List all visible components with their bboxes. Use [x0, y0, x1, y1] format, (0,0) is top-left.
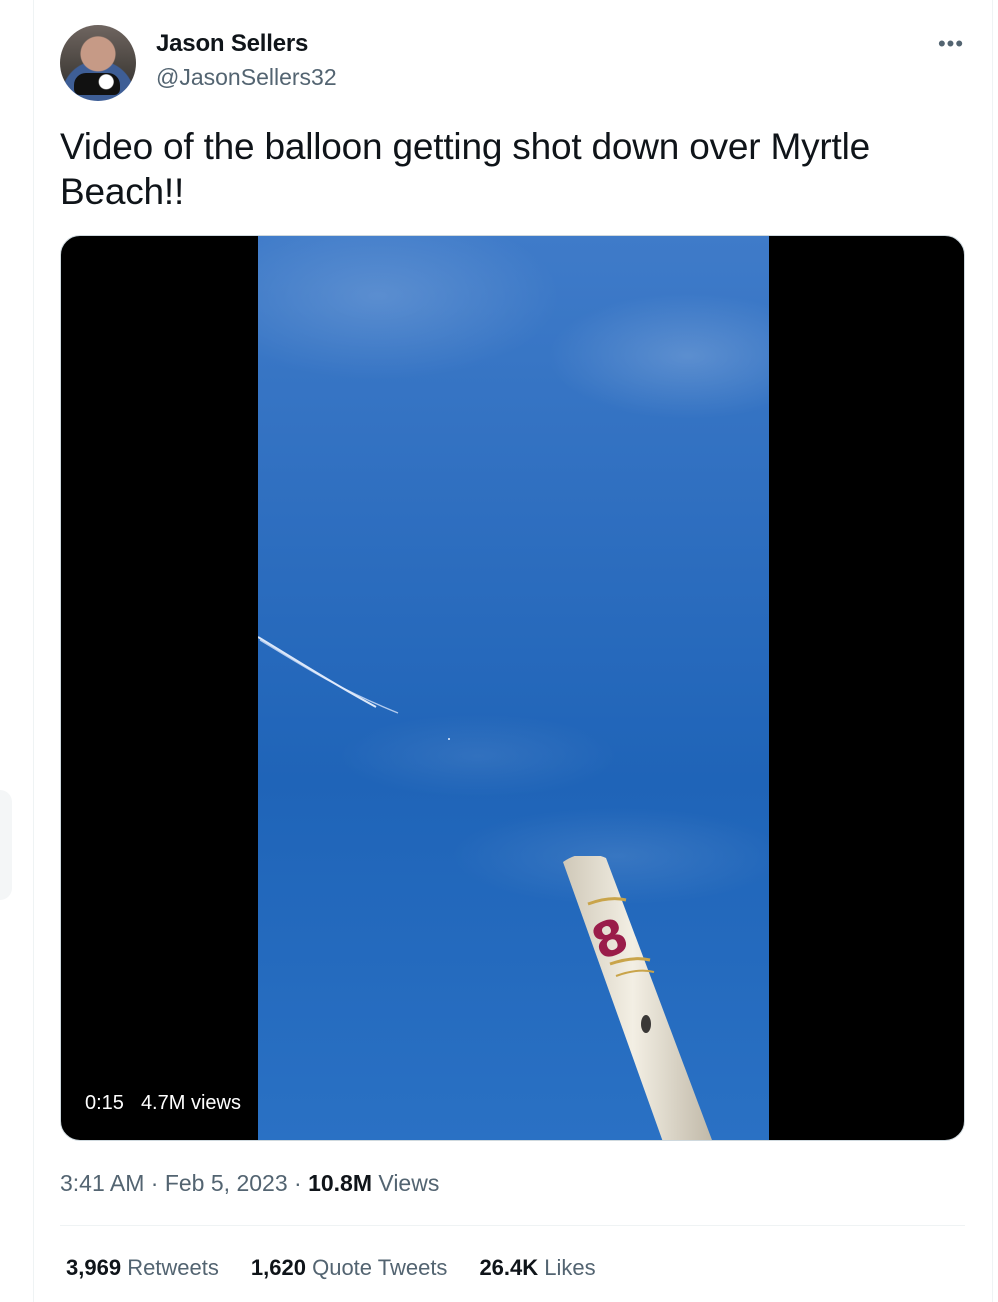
- views-label: Views: [378, 1170, 440, 1196]
- balloon-speck: [448, 738, 450, 740]
- video-frame: 8: [258, 236, 769, 1140]
- stat-count: 3,969: [66, 1255, 122, 1280]
- stat-label: Quote Tweets: [312, 1255, 448, 1280]
- scroll-edge-shadow: [0, 790, 12, 900]
- tweet: Jason Sellers @JasonSellers32 ••• Video …: [34, 0, 992, 1302]
- stat-quote-tweets[interactable]: 1,620 Quote Tweets: [251, 1255, 448, 1281]
- meta-separator: ·: [150, 1170, 159, 1196]
- views-count: 10.8M: [308, 1170, 372, 1196]
- stat-count: 1,620: [250, 1255, 306, 1280]
- video-duration: 0:15: [85, 1092, 124, 1114]
- video-player[interactable]: 8 0:15 4.7M views: [60, 235, 965, 1141]
- tweet-time[interactable]: 3:41 AM: [60, 1170, 144, 1196]
- more-horizontal-icon[interactable]: •••: [934, 30, 968, 58]
- engagement-stats: 3,969 Retweets 1,620 Quote Tweets 26.4K …: [66, 1255, 596, 1281]
- stat-label: Likes: [544, 1255, 596, 1280]
- stat-count: 26.4K: [479, 1255, 539, 1280]
- avatar-cat: [74, 73, 120, 95]
- meta-separator: ·: [294, 1170, 302, 1196]
- video-views: 4.7M views: [140, 1092, 241, 1114]
- avatar[interactable]: [60, 25, 136, 101]
- contrail-trail: [258, 636, 399, 714]
- tweet-text: Video of the balloon getting shot down o…: [60, 126, 870, 212]
- stat-label: Retweets: [127, 1255, 219, 1280]
- white-post: 8: [563, 856, 712, 1140]
- right-border: [992, 0, 993, 1302]
- stat-likes[interactable]: 26.4K Likes: [479, 1255, 595, 1281]
- tweet-meta: 3:41 AM · Feb 5, 2023 · 10.8M Views: [60, 1170, 439, 1197]
- tweet-date[interactable]: Feb 5, 2023: [165, 1170, 288, 1196]
- stat-retweets[interactable]: 3,969 Retweets: [66, 1255, 219, 1281]
- author-handle[interactable]: @JasonSellers32: [156, 64, 337, 91]
- divider: [60, 1225, 965, 1226]
- video-overlay: 0:15 4.7M views: [85, 1092, 241, 1115]
- author-name[interactable]: Jason Sellers: [156, 30, 308, 58]
